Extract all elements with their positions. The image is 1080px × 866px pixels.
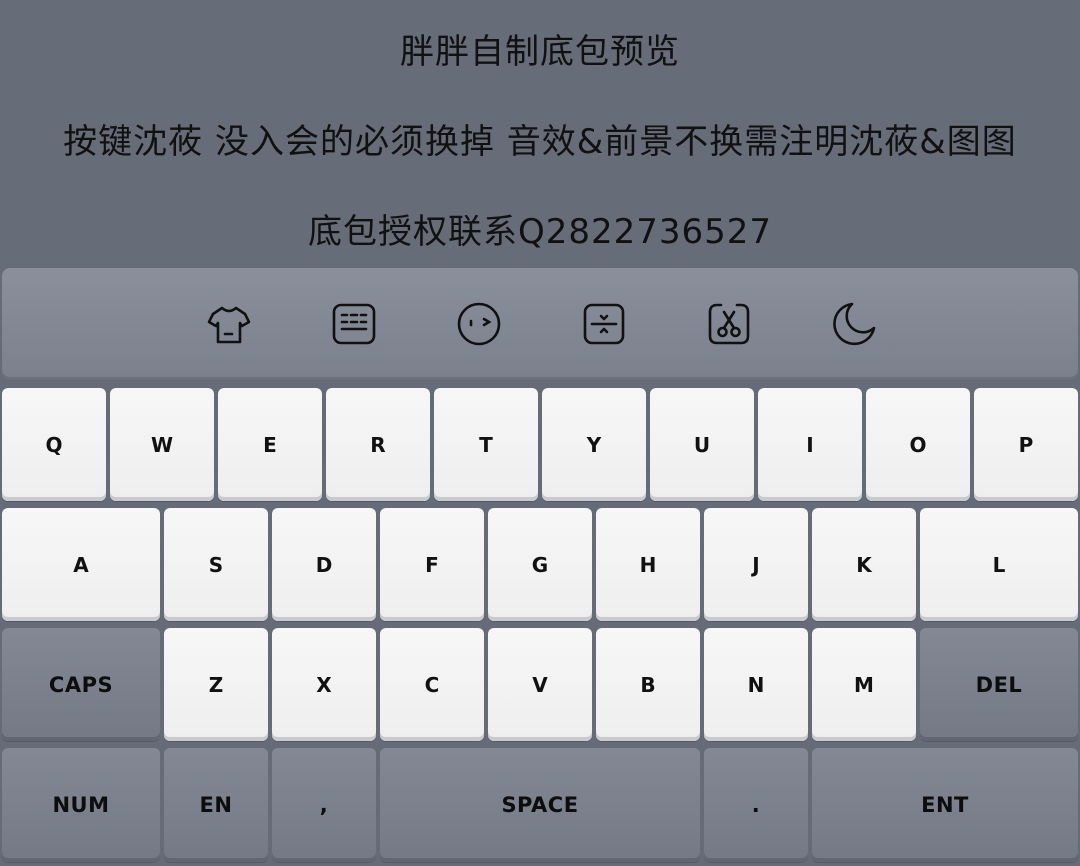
comma-key[interactable]: , [272, 748, 376, 862]
key-h[interactable]: H [596, 508, 700, 621]
num-key[interactable]: NUM [2, 748, 160, 862]
key-a[interactable]: A [2, 508, 160, 621]
keyboard-toolbar [2, 268, 1078, 380]
key-c[interactable]: C [380, 628, 484, 741]
key-m[interactable]: M [812, 628, 916, 741]
key-o[interactable]: O [866, 388, 970, 501]
header-title: 胖胖自制底包预览 [400, 32, 680, 72]
key-s[interactable]: S [164, 508, 268, 621]
clipboard-icon[interactable] [705, 300, 753, 348]
language-key[interactable]: EN [164, 748, 268, 862]
key-f[interactable]: F [380, 508, 484, 621]
key-n[interactable]: N [704, 628, 808, 741]
enter-key[interactable]: ENT [812, 748, 1078, 862]
header-notice: 按键沈莜 没入会的必须换掉 音效&前景不换需注明沈莜&图图 [63, 122, 1017, 162]
header-contact: 底包授权联系Q2822736527 [307, 212, 773, 252]
key-x[interactable]: X [272, 628, 376, 741]
key-i[interactable]: I [758, 388, 862, 501]
key-r[interactable]: R [326, 388, 430, 501]
delete-key[interactable]: DEL [920, 628, 1078, 741]
emoji-icon[interactable] [455, 300, 503, 348]
key-w[interactable]: W [110, 388, 214, 501]
key-p[interactable]: P [974, 388, 1078, 501]
key-k[interactable]: K [812, 508, 916, 621]
tshirt-icon[interactable] [205, 300, 253, 348]
keyboard-icon[interactable] [330, 300, 378, 348]
key-b[interactable]: B [596, 628, 700, 741]
resize-icon[interactable] [580, 300, 628, 348]
key-d[interactable]: D [272, 508, 376, 621]
preview-header: 胖胖自制底包预览 按键沈莜 没入会的必须换掉 音效&前景不换需注明沈莜&图图 底… [0, 0, 1080, 268]
key-e[interactable]: E [218, 388, 322, 501]
key-g[interactable]: G [488, 508, 592, 621]
key-j[interactable]: J [704, 508, 808, 621]
key-y[interactable]: Y [542, 388, 646, 501]
space-key[interactable]: SPACE [380, 748, 700, 862]
key-z[interactable]: Z [164, 628, 268, 741]
key-l[interactable]: L [920, 508, 1078, 621]
key-v[interactable]: V [488, 628, 592, 741]
key-t[interactable]: T [434, 388, 538, 501]
moon-icon[interactable] [830, 300, 878, 348]
key-q[interactable]: Q [2, 388, 106, 501]
period-key[interactable]: . [704, 748, 808, 862]
caps-key[interactable]: CAPS [2, 628, 160, 741]
key-u[interactable]: U [650, 388, 754, 501]
